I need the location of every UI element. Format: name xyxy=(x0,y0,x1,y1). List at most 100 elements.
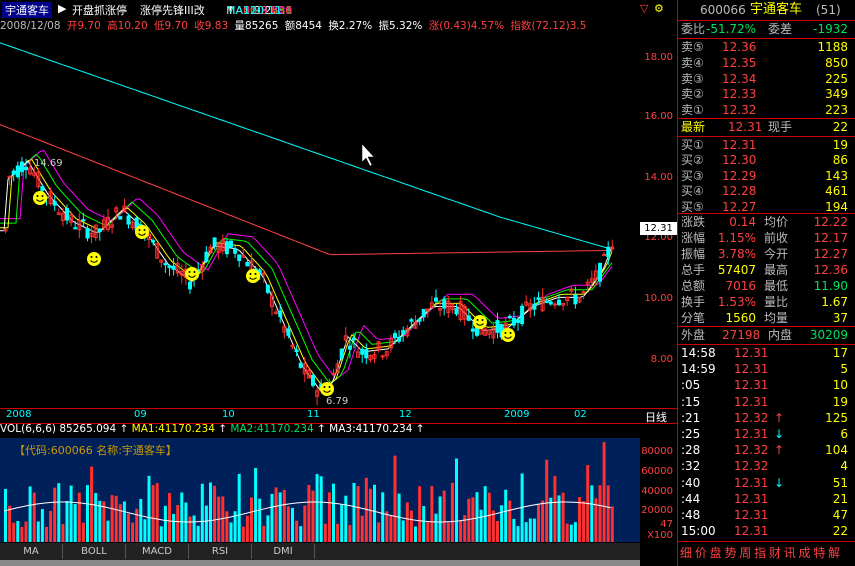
info-change: 涨(0.43)4.57% xyxy=(428,20,505,32)
stat-label: 前收 xyxy=(764,231,789,245)
buy-volume: 143 xyxy=(825,168,848,183)
sell-volume: 223 xyxy=(825,103,848,118)
sell-volume: 1188 xyxy=(817,40,848,54)
tab-rsi[interactable]: RSI xyxy=(189,544,252,559)
vol-tick: 20000 xyxy=(641,505,673,516)
stat-value: 3.78% xyxy=(717,247,756,261)
day-period-button[interactable]: 日线 xyxy=(640,408,677,424)
info-date: 2008/12/08 xyxy=(0,20,61,32)
tab-boll[interactable]: BOLL xyxy=(63,544,126,559)
outer-inner-row: 外盘 27198 内盘 30209 xyxy=(678,327,855,343)
buy-price: 12.30 xyxy=(722,153,757,168)
tick-price: 12.32 xyxy=(734,410,769,425)
expand-icon[interactable]: ▽ xyxy=(640,2,648,15)
buy-signal-icon xyxy=(501,328,515,342)
stat-label: 振幅 xyxy=(681,247,706,261)
sell-price: 12.36 xyxy=(722,40,757,54)
price-tick: 10.00 xyxy=(644,293,673,304)
bar-info-row: 2008/12/08 开9.70 高10.20 低9.70 收9.83 量852… xyxy=(0,18,677,32)
stat-value: 12.17 xyxy=(813,231,848,245)
buy-volume: 86 xyxy=(832,153,848,168)
buy-signal-icon xyxy=(246,269,260,283)
sell-level-row: 卖② 12.33 349 xyxy=(678,86,855,102)
candlestick-chart[interactable]: 14.69 6.79 xyxy=(0,32,640,408)
tick-time: 15:00 xyxy=(681,524,716,539)
sell-level-row: 卖① 12.32 223 xyxy=(678,102,855,118)
tick-time: :32 xyxy=(681,459,701,474)
hand-value: 22 xyxy=(832,120,848,134)
stat-value: 11.90 xyxy=(813,279,848,293)
tick-volume: 4 xyxy=(840,459,848,474)
sell-price: 12.33 xyxy=(722,87,757,102)
stat-value: 1.67 xyxy=(821,295,848,309)
tick-price: 12.31 xyxy=(734,475,769,490)
price-tick: 16.00 xyxy=(644,111,673,122)
sell-level-row: 卖⑤ 12.36 1188 xyxy=(678,39,855,55)
high-price-label: 14.69 xyxy=(34,158,63,169)
stat-value: 12.27 xyxy=(813,247,848,261)
sell-volume: 850 xyxy=(825,55,848,70)
stat-label: 最低 xyxy=(764,279,789,293)
stock-name-label[interactable]: 宇通客车 xyxy=(2,2,52,18)
vol-tick: 47 xyxy=(660,519,673,530)
tick-price: 12.31 xyxy=(734,378,769,393)
settings-icon[interactable]: ⚙ xyxy=(654,2,664,15)
buy-level-row: 买② 12.30 86 xyxy=(678,152,855,168)
webi-label: 委比 xyxy=(681,22,706,36)
date-label: 09 xyxy=(134,409,147,420)
volume-chart[interactable]: 【代码:600066 名称:宇通客车】 xyxy=(0,438,640,542)
chart-title-bar: 宇通客车 ▶ 开盘抓涨停 涨停先锋III改 MA5:9.258 ↑ MA10:8.7… xyxy=(0,0,677,18)
tick-volume: 10 xyxy=(832,378,848,393)
footer-tabs[interactable]: 细 价 盘 势 周 指 财 讯 成 特 解 xyxy=(680,544,840,561)
date-label: 10 xyxy=(222,409,235,420)
sell-price: 12.34 xyxy=(722,71,757,86)
stat-value: 1.53% xyxy=(717,295,756,309)
play-icon[interactable]: ▶ xyxy=(58,2,66,15)
buy-signal-icon xyxy=(473,315,487,329)
code-name-box: 【代码:600066 名称:宇通客车】 xyxy=(14,443,177,457)
tick-volume: 19 xyxy=(832,394,848,409)
current-price-tag: 12.31 xyxy=(640,222,677,235)
stat-label: 分笔 xyxy=(681,311,706,325)
indicator-tab-1[interactable]: 开盘抓涨停 xyxy=(72,2,127,18)
trade-tick-row: :15 12.31 19 xyxy=(678,394,855,410)
trade-tick-row: :28 12.32 ↑ 104 xyxy=(678,442,855,458)
stat-value: 0.14 xyxy=(729,215,756,229)
buy-level-row: 买① 12.31 19 xyxy=(678,137,855,153)
tick-volume: 22 xyxy=(832,524,848,539)
stat-value: 1560 xyxy=(725,311,756,325)
sell-level-label: 卖⑤ xyxy=(681,40,704,54)
sell-volume: 225 xyxy=(825,71,848,86)
stat-value: 57407 xyxy=(717,263,756,277)
buy-signal-icon xyxy=(135,225,149,239)
stat-value: 1.15% xyxy=(717,231,756,245)
info-amount: 额8454 xyxy=(284,20,322,32)
indicator-tab-2[interactable]: 涨停先锋III改 xyxy=(140,2,205,18)
trade-tick-row: :44 12.31 21 xyxy=(678,491,855,507)
quote-panel: 600066 宇通客车 (51) 委比 -51.72% 委差 -1932 卖⑤ 1… xyxy=(677,0,855,566)
weicha-label: 委差 xyxy=(768,22,793,36)
tick-price: 12.31 xyxy=(734,491,769,506)
info-open: 开9.70 xyxy=(66,20,101,32)
sell-level-label: 卖② xyxy=(681,87,704,102)
tick-volume: 21 xyxy=(832,491,848,506)
tab-ma[interactable]: MA xyxy=(0,544,63,559)
vol-tick: 40000 xyxy=(641,486,673,497)
stat-label: 均量 xyxy=(764,311,789,325)
tick-price: 12.31 xyxy=(734,394,769,409)
tick-price: 12.31 xyxy=(734,427,769,441)
tick-time: :21 xyxy=(681,410,701,425)
stat-label: 换手 xyxy=(681,295,706,309)
date-axis: 2008 09 10 11 12 2009 02 xyxy=(0,408,640,424)
stat-value: 12.22 xyxy=(813,215,848,229)
buy-level-label: 买① xyxy=(681,138,704,152)
tab-dmi[interactable]: DMI xyxy=(252,544,315,559)
vol-ma2-label: MA2:41170.234 xyxy=(230,423,314,435)
trade-tick-row: :32 12.32 4 xyxy=(678,458,855,474)
tick-direction-icon: ↑ xyxy=(774,410,785,425)
tab-macd[interactable]: MACD xyxy=(126,544,189,559)
tick-time: 14:58 xyxy=(681,346,716,360)
order-ratio-row: 委比 -51.72% 委差 -1932 xyxy=(678,21,855,37)
trade-tick-row: 14:59 12.31 5 xyxy=(678,361,855,377)
sell-volume: 349 xyxy=(825,87,848,102)
